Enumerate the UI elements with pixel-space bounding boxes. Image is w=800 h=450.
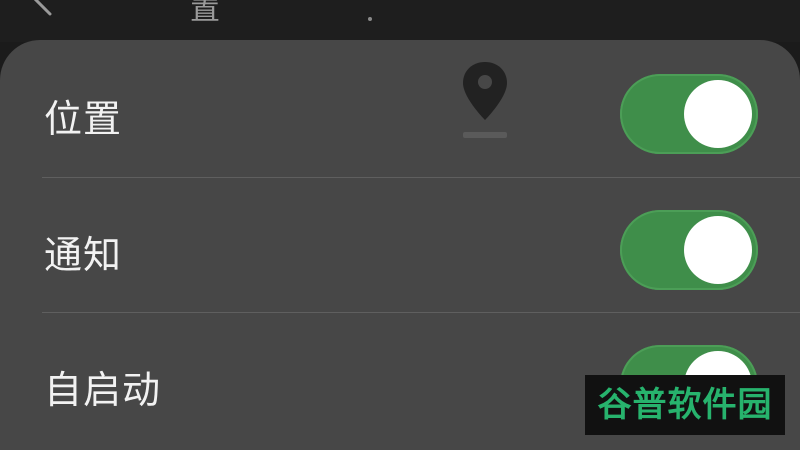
watermark-logo: 谷普软件园 [585, 375, 785, 435]
watermark-text: 谷普软件园 [597, 385, 773, 425]
setting-row-notifications: 通知 [0, 178, 800, 314]
back-arrow-icon[interactable] [30, 0, 56, 20]
page-title: 置 [190, 0, 220, 27]
location-pin-icon [463, 62, 507, 138]
toggle-location[interactable] [620, 74, 758, 154]
toggle-knob [684, 80, 752, 148]
app-screen: 置 位置 通知 自启动 谷普软件园 [0, 0, 800, 450]
title-dot [368, 17, 372, 21]
toggle-notifications[interactable] [620, 210, 758, 290]
setting-row-location: 位置 [0, 40, 800, 176]
setting-label-autostart: 自启动 [44, 368, 162, 412]
setting-label-location: 位置 [44, 97, 123, 141]
toggle-knob [684, 216, 752, 284]
setting-label-notifications: 通知 [44, 233, 123, 277]
top-bar: 置 [0, 0, 800, 42]
